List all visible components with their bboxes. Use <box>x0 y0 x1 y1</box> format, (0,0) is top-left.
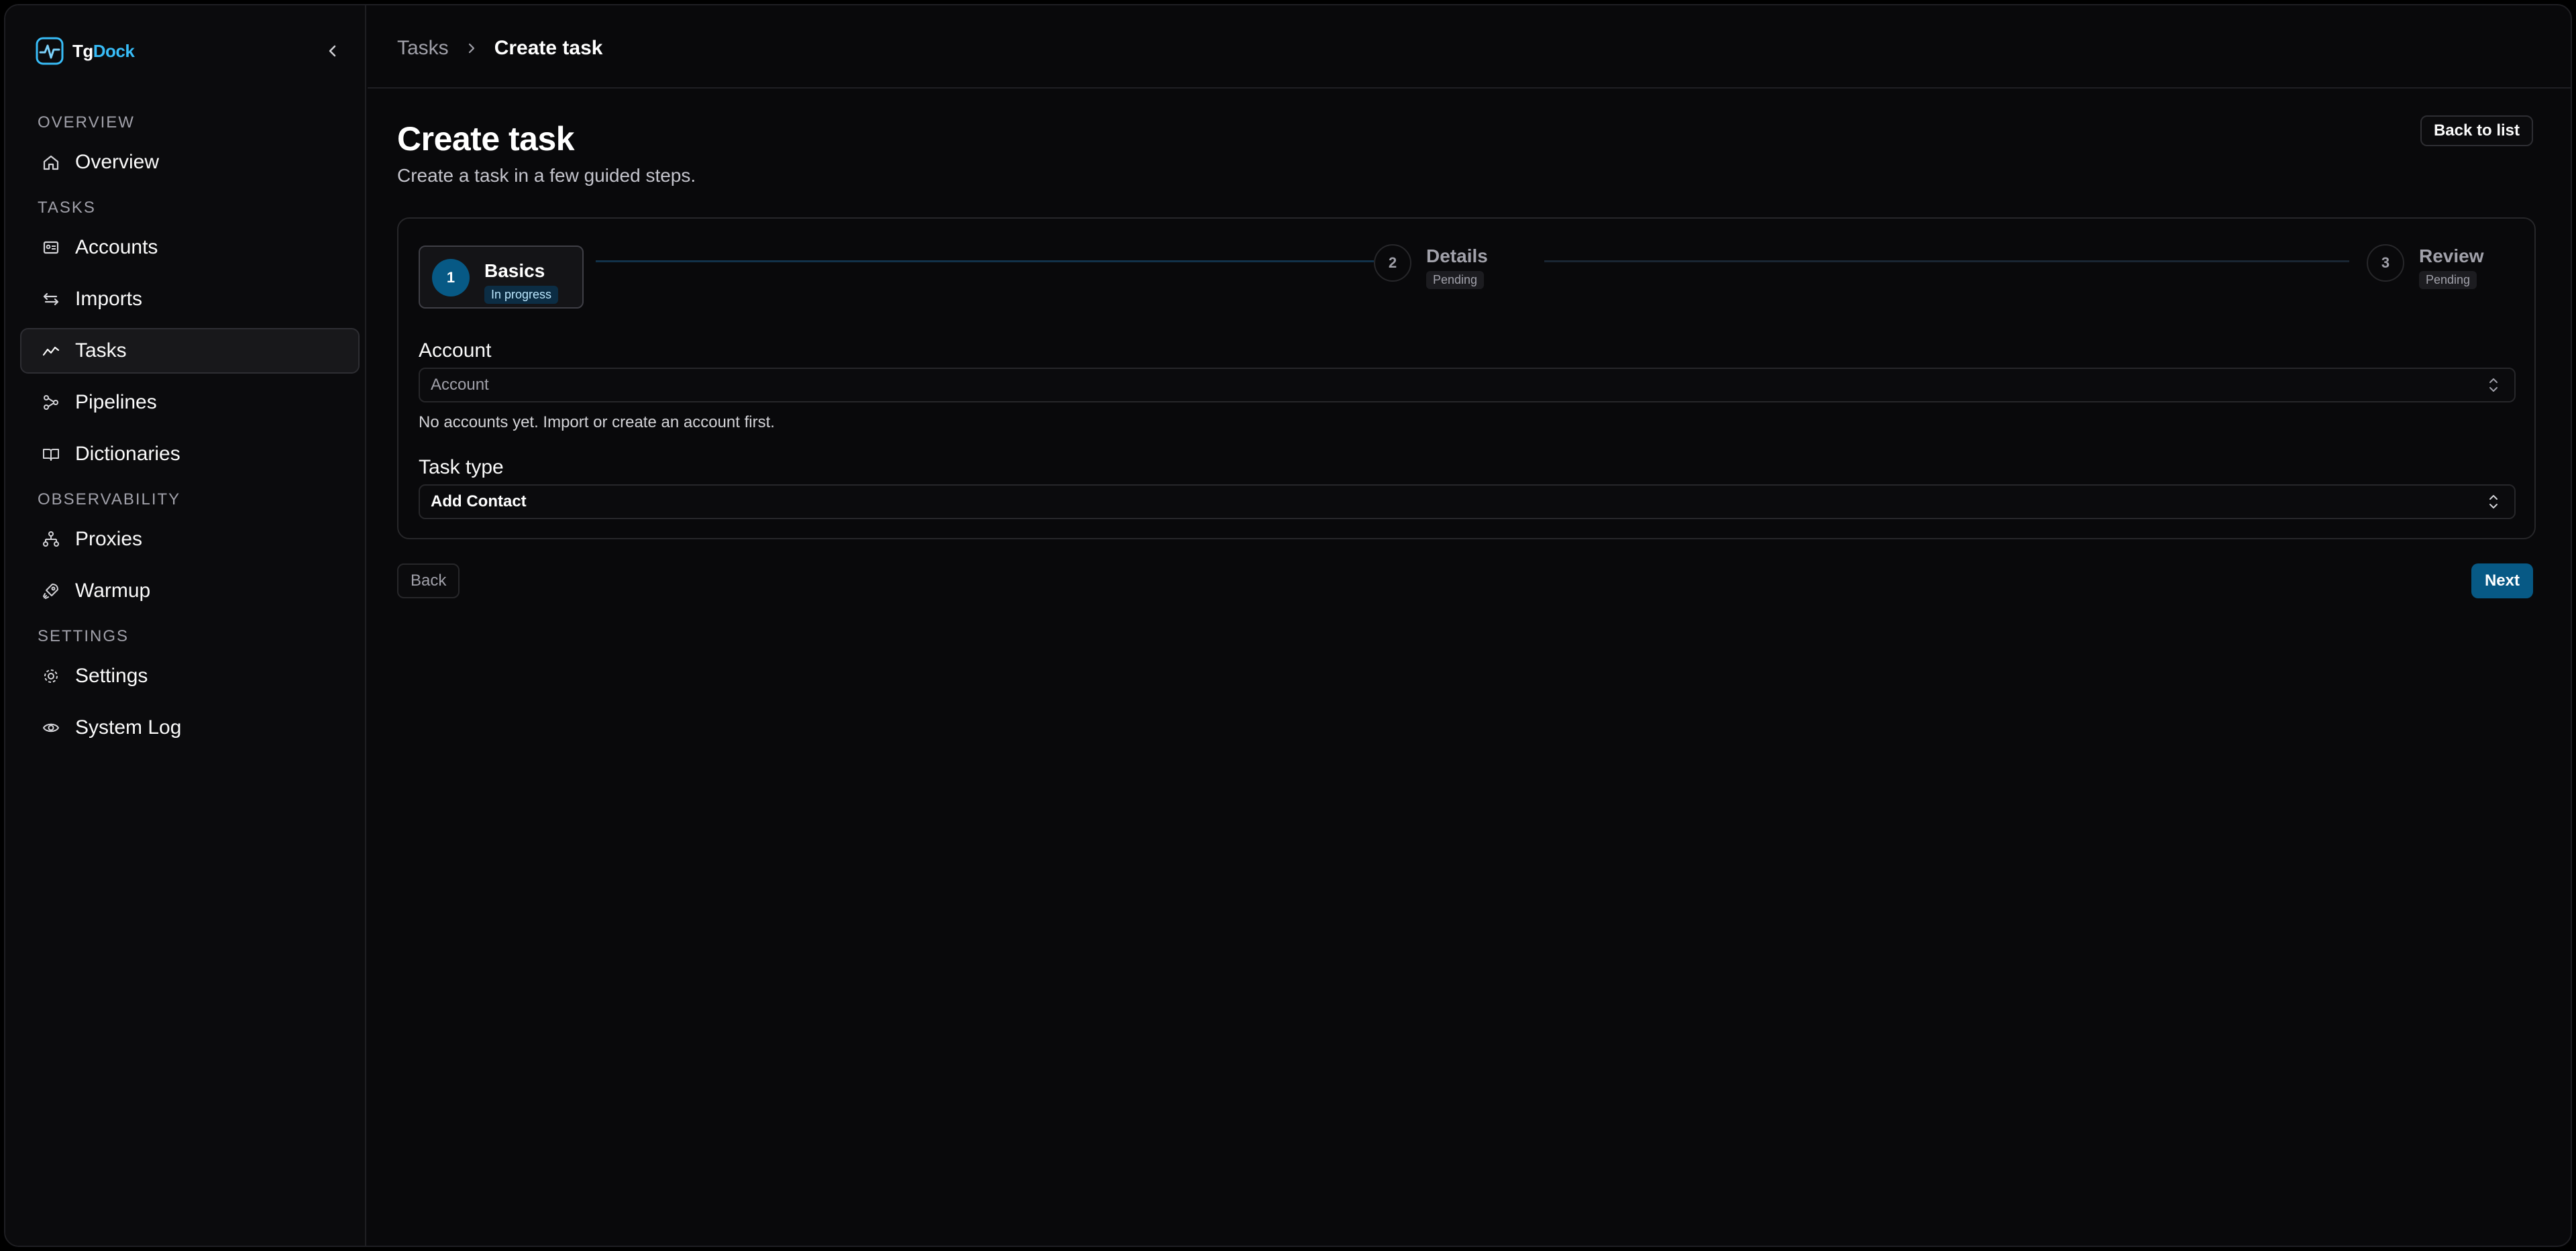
sidebar-item-accounts[interactable]: Accounts <box>20 225 360 270</box>
sidebar-item-pipelines[interactable]: Pipelines <box>20 380 360 425</box>
chevron-left-icon <box>329 45 336 57</box>
step-details[interactable]: 2 Details Pending <box>1374 244 1488 289</box>
account-select-value: Account <box>431 376 489 394</box>
gear-icon <box>44 669 58 683</box>
sidebar-item-warmup[interactable]: Warmup <box>20 568 360 614</box>
step-connector <box>1544 260 2349 262</box>
account-label: Account <box>419 339 492 362</box>
breadcrumb-parent-link[interactable]: Tasks <box>397 37 449 60</box>
step-label: Details <box>1426 246 1488 266</box>
step-number: 1 <box>432 259 470 296</box>
id-card-icon <box>43 241 59 254</box>
sidebar-item-label: Dictionaries <box>75 443 180 465</box>
back-button[interactable]: Back <box>397 563 460 598</box>
nav-section-title: OBSERVABILITY <box>38 490 181 508</box>
step-number: 2 <box>1374 244 1411 282</box>
breadcrumb-current: Create task <box>494 37 603 59</box>
status-badge: In progress <box>484 286 559 304</box>
sidebar-item-label: Pipelines <box>75 391 157 413</box>
eye-icon <box>43 723 59 732</box>
sidebar-item-label: Settings <box>75 665 148 687</box>
brand[interactable]: TgDock <box>35 35 135 67</box>
account-select[interactable]: Account <box>419 368 2516 402</box>
sidebar-item-label: Accounts <box>75 236 158 258</box>
nav-section-title: SETTINGS <box>38 627 129 645</box>
rocket-icon <box>43 584 58 599</box>
sidebar-item-label: Proxies <box>75 528 143 550</box>
sidebar-item-imports[interactable]: Imports <box>20 276 360 322</box>
network-icon <box>43 531 59 547</box>
chevron-up-down-icon <box>2489 495 2498 508</box>
main-content: Create task Create a task in a few guide… <box>368 90 2571 1246</box>
sidebar-nav: OVERVIEW Overview TASKS Accounts Imports… <box>20 106 360 757</box>
sidebar: TgDock OVERVIEW Overview TASKS Accounts … <box>5 5 366 1246</box>
sidebar-item-label: Warmup <box>75 580 151 602</box>
sidebar-item-label: Overview <box>75 151 160 173</box>
sidebar-item-label: Tasks <box>75 339 127 362</box>
home-icon <box>43 155 59 170</box>
stepper: 1 Basics In progress 2 Details Pending 3 <box>419 244 2514 309</box>
app-window: TgDock OVERVIEW Overview TASKS Accounts … <box>4 4 2572 1247</box>
chevron-up-down-icon <box>2489 378 2498 392</box>
nav-section-title: TASKS <box>38 199 96 217</box>
step-connector <box>596 260 1374 262</box>
sidebar-item-label: System Log <box>75 716 182 739</box>
sidebar-item-tasks[interactable]: Tasks <box>20 328 360 374</box>
page-title: Create task <box>397 120 575 158</box>
topbar: Tasks Create task <box>368 5 2571 89</box>
step-label: Review <box>2419 246 2484 266</box>
back-to-list-button[interactable]: Back to list <box>2420 115 2533 146</box>
task-type-label: Task type <box>419 456 504 478</box>
sidebar-item-settings[interactable]: Settings <box>20 653 360 699</box>
create-task-card: 1 Basics In progress 2 Details Pending 3 <box>397 217 2536 539</box>
sidebar-item-proxies[interactable]: Proxies <box>20 516 360 562</box>
arrows-swap-icon <box>43 292 59 306</box>
page-subtitle: Create a task in a few guided steps. <box>397 165 696 186</box>
step-review[interactable]: 3 Review Pending <box>2367 244 2484 289</box>
step-basics[interactable]: 1 Basics In progress <box>419 246 584 309</box>
sidebar-item-overview[interactable]: Overview <box>20 140 360 185</box>
logo-pulse-icon <box>36 37 64 65</box>
chevron-right-icon <box>468 43 474 54</box>
sidebar-item-dictionaries[interactable]: Dictionaries <box>20 431 360 477</box>
sidebar-item-label: Imports <box>75 288 143 310</box>
sidebar-item-system-log[interactable]: System Log <box>20 705 360 751</box>
step-number: 3 <box>2367 244 2404 282</box>
workflow-icon <box>44 395 58 410</box>
breadcrumb: Tasks Create task <box>397 35 602 62</box>
account-help-text: No accounts yet. Import or create an acc… <box>419 413 775 431</box>
status-badge: Pending <box>1426 271 1485 289</box>
task-type-select-value: Add Contact <box>431 492 527 510</box>
nav-section-title: OVERVIEW <box>38 113 135 131</box>
book-open-icon <box>43 449 59 461</box>
app-name: TgDock <box>72 40 135 61</box>
collapse-sidebar-button[interactable] <box>321 39 345 63</box>
task-type-select[interactable]: Add Contact <box>419 484 2516 519</box>
status-badge: Pending <box>2419 271 2477 289</box>
activity-chart-icon <box>42 346 60 356</box>
step-label: Basics <box>484 260 545 281</box>
next-button[interactable]: Next <box>2471 563 2533 598</box>
